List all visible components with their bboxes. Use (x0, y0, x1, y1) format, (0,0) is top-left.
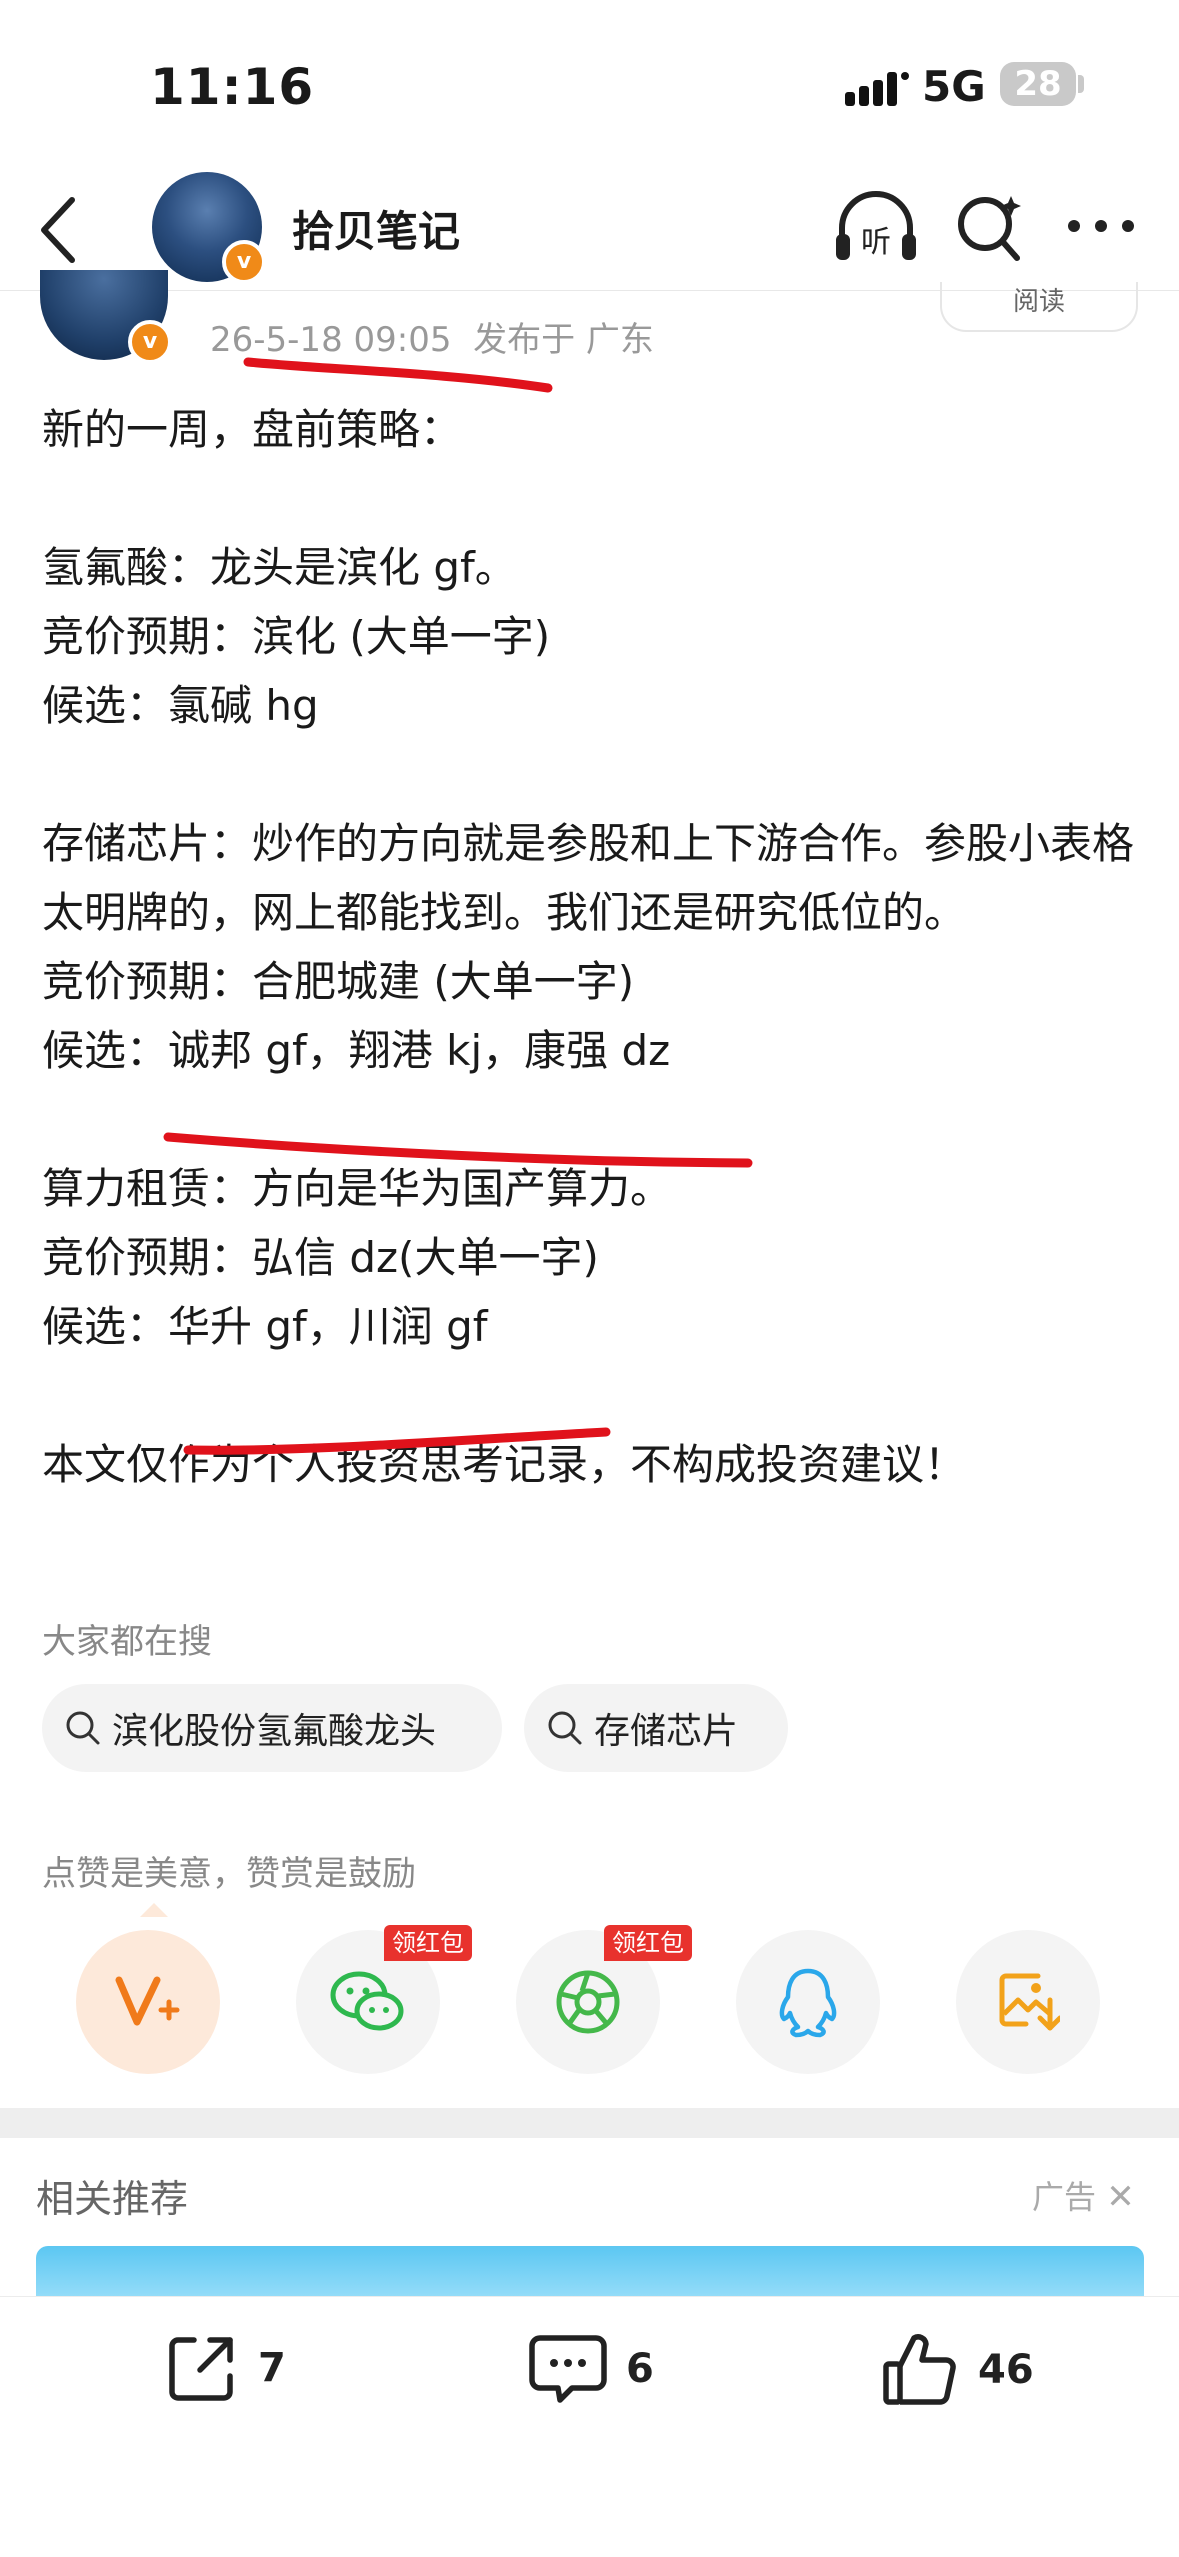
article-line: 竞价预期：滨化 (大单一字) (42, 612, 551, 661)
search-icon (548, 1711, 582, 1745)
post-location: 发布于 广东 (473, 320, 654, 360)
back-arrow-icon[interactable] (30, 190, 90, 270)
signal-icon (845, 72, 909, 106)
thumbs-up-icon (883, 2334, 956, 2405)
battery-indicator: 28 (1000, 62, 1076, 106)
read-count-button[interactable]: 阅读 (940, 282, 1138, 332)
comment-count: 6 (626, 2346, 654, 2392)
more-options-icon[interactable] (1066, 218, 1136, 234)
article-body: 新的一周，盘前策略： 氢氟酸：龙头是滨化 gf。 竞价预期：滨化 (大单一字) … (42, 395, 1142, 1499)
save-image-button[interactable] (956, 1930, 1100, 2074)
underline-date (243, 357, 553, 393)
share-icon (169, 2337, 233, 2401)
search-chip[interactable]: 滨化股份氢氟酸龙头 (42, 1684, 502, 1772)
close-icon[interactable]: ✕ (1106, 2177, 1135, 2217)
network-label: 5G (922, 62, 986, 111)
moments-icon (556, 1970, 620, 2034)
ad-label[interactable]: 广告 ✕ (1032, 2172, 1135, 2218)
verified-badge-small: v (128, 320, 172, 364)
article-line: 候选：华升 gf，川润 gf (42, 1302, 488, 1351)
qq-share-button[interactable] (736, 1930, 880, 2074)
status-time: 11:16 (150, 58, 315, 116)
share-action[interactable]: 7 (164, 2330, 286, 2406)
article-line: 竞价预期：弘信 dz(大单一字) (42, 1233, 599, 1282)
tooltip-arrow (140, 1903, 168, 1917)
article-title-line: 新的一周，盘前策略： (42, 405, 463, 454)
author-name[interactable]: 拾贝笔记 (292, 198, 460, 259)
article-line: 候选：氯碱 hg (42, 681, 319, 730)
save-image-icon (999, 1973, 1060, 2031)
like-action[interactable]: 46 (880, 2330, 1034, 2410)
post-date: 26-5-18 09:05 (210, 320, 452, 360)
battery-tip (1078, 75, 1084, 93)
article-line: 竞价预期：合肥城建 (大单一字) (42, 957, 635, 1006)
red-packet-tag: 领红包 (384, 1925, 472, 1961)
v-plus-icon (115, 1976, 180, 2026)
verified-badge: v (222, 240, 266, 284)
related-heading: 相关推荐 (36, 2177, 189, 2221)
share-count: 7 (258, 2345, 286, 2391)
headphone-icon: 听 (836, 191, 916, 260)
ad-label-text: 广告 (1032, 2178, 1097, 2216)
listen-icon-text: 听 (861, 225, 891, 260)
reward-heading: 点赞是美意，赞赏是鼓励 (42, 1854, 416, 1894)
comment-icon (529, 2335, 607, 2403)
article-line: 氢氟酸：龙头是滨化 gf。 (42, 543, 517, 592)
post-meta: 26-5-18 09:05 发布于 广东 (210, 312, 654, 361)
like-count: 46 (978, 2347, 1034, 2393)
search-icon[interactable] (955, 190, 1027, 268)
article-line: 算力租赁：方向是华为国产算力。 (42, 1164, 673, 1213)
search-section-heading: 大家都在搜 (42, 1622, 212, 1662)
qq-icon (779, 1968, 837, 2038)
disclaimer: 本文仅作为个人投资思考记录，不构成投资建议！ (42, 1440, 967, 1489)
article-line: 存储芯片：炒作的方向就是参股和上下游合作。参股小表格太明牌的，网上都能找到。我们… (42, 819, 1135, 937)
red-packet-tag: 领红包 (604, 1925, 692, 1961)
section-separator (0, 2108, 1179, 2138)
article-line: 候选：诚邦 gf，翔港 kj，康强 dz (42, 1026, 671, 1075)
wechat-icon (330, 1971, 404, 2031)
search-icon (66, 1711, 100, 1745)
search-chip[interactable]: 存储芯片 (524, 1684, 788, 1772)
v-plus-share-button[interactable] (76, 1930, 220, 2074)
comment-action[interactable]: 6 (528, 2330, 654, 2408)
search-chip-label: 存储芯片 (594, 1711, 739, 1752)
search-chip-label: 滨化股份氢氟酸龙头 (112, 1711, 437, 1752)
listen-button[interactable]: 听 (832, 188, 920, 272)
